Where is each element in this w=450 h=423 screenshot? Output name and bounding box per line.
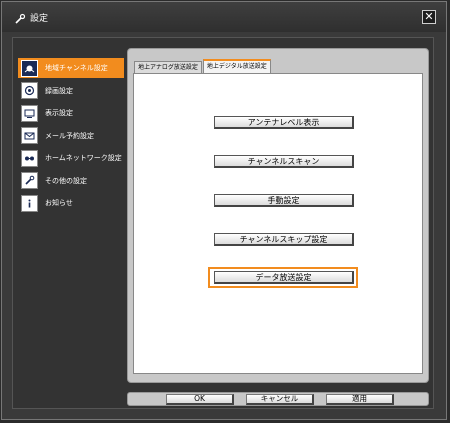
manual-setting-button[interactable]: 手動設定	[214, 194, 354, 207]
display-icon	[21, 104, 38, 122]
sidebar-item-label: 録画設定	[45, 86, 73, 95]
settings-body: 地域チャンネル設定 録画設定 表示設定 メール予約設定 ホームネットワーク設定 …	[12, 37, 434, 409]
sidebar-item-other-settings[interactable]: その他の設定	[18, 171, 124, 191]
tab-digital-broadcast[interactable]: 地上デジタル放送設定	[202, 59, 271, 73]
sidebar-item-mail-reservation[interactable]: メール予約設定	[18, 126, 124, 146]
sidebar: 地域チャンネル設定 録画設定 表示設定 メール予約設定 ホームネットワーク設定 …	[18, 58, 124, 216]
sidebar-item-label: お知らせ	[45, 199, 73, 207]
channel-scan-button[interactable]: チャンネルスキャン	[214, 155, 354, 168]
sidebar-item-notices[interactable]: お知らせ	[18, 193, 124, 213]
sidebar-item-label: ホームネットワーク設定	[45, 154, 122, 162]
broadcast-icon	[21, 59, 38, 77]
sidebar-item-label: 地域チャンネル設定	[45, 64, 108, 72]
sidebar-item-label: その他の設定	[45, 176, 87, 185]
antenna-level-button[interactable]: アンテナレベル表示	[214, 116, 354, 129]
settings-window: 設定 ✕ 地域チャンネル設定 録画設定 表示設定 メール予約設定 ホームネットワ…	[1, 1, 447, 420]
sidebar-item-regional-channel[interactable]: 地域チャンネル設定	[18, 58, 124, 78]
data-broadcast-button[interactable]: データ放送設定	[214, 271, 354, 284]
sidebar-item-home-network[interactable]: ホームネットワーク設定	[18, 148, 124, 168]
mail-icon	[21, 127, 38, 144]
info-icon	[21, 194, 38, 212]
close-button[interactable]: ✕	[422, 10, 436, 24]
sidebar-item-recording[interactable]: 録画設定	[18, 81, 124, 101]
channel-skip-button[interactable]: チャンネルスキップ設定	[214, 233, 354, 246]
tab-bar: 地上アナログ放送設定 地上デジタル放送設定	[134, 59, 272, 74]
content-panel: 地上アナログ放送設定 地上デジタル放送設定 アンテナレベル表示 チャンネルスキャ…	[127, 48, 429, 383]
network-icon	[21, 149, 38, 167]
sidebar-item-label: 表示設定	[45, 109, 73, 117]
tools-icon	[21, 172, 38, 189]
sidebar-item-display[interactable]: 表示設定	[18, 103, 124, 123]
close-icon: ✕	[424, 10, 434, 23]
wrench-icon	[14, 10, 26, 24]
title-bar: 設定 ✕	[2, 2, 446, 32]
tab-content: アンテナレベル表示 チャンネルスキャン 手動設定 チャンネルスキップ設定 データ…	[133, 73, 423, 374]
ok-button[interactable]: OK	[166, 394, 234, 405]
record-icon	[21, 82, 38, 99]
apply-button[interactable]: 適用	[326, 394, 394, 405]
cancel-button[interactable]: キャンセル	[246, 394, 314, 405]
footer-bar: OK キャンセル 適用	[127, 392, 429, 406]
sidebar-item-label: メール予約設定	[45, 131, 94, 140]
window-title: 設定	[30, 14, 49, 24]
